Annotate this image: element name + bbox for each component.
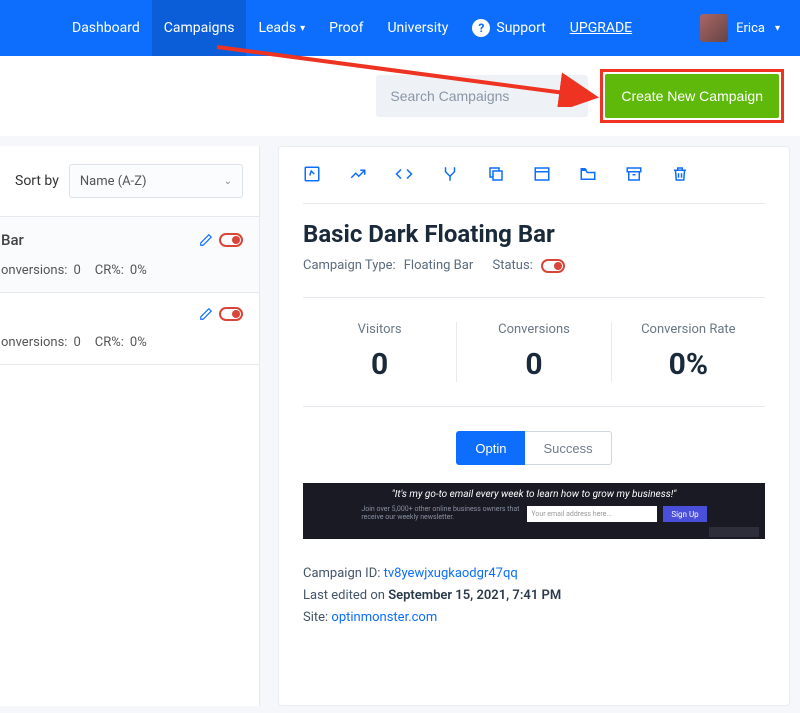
- create-new-campaign-button[interactable]: Create New Campaign: [605, 74, 779, 118]
- annotation-highlight: Create New Campaign: [600, 69, 784, 123]
- sort-by-label: Sort by: [15, 173, 59, 189]
- campaign-site-link[interactable]: optinmonster.com: [331, 610, 437, 625]
- window-icon[interactable]: [533, 165, 551, 183]
- chevron-down-icon: ⌄: [224, 176, 232, 187]
- campaign-preview: "It's my go-to email every week to learn…: [303, 483, 765, 539]
- list-item[interactable]: onversions: 0 CR%: 0%: [0, 293, 259, 365]
- campaign-toolbar: [303, 165, 765, 204]
- campaign-id-link[interactable]: tv8yewjxugkaodgr47qq: [384, 566, 518, 581]
- tab-optin[interactable]: Optin: [456, 431, 525, 465]
- split-test-icon[interactable]: [441, 165, 459, 183]
- visitors-label: Visitors: [303, 322, 456, 337]
- status-toggle[interactable]: [219, 233, 243, 247]
- nav-upgrade[interactable]: UPGRADE: [558, 0, 644, 56]
- nav-leads[interactable]: Leads▾: [246, 0, 317, 56]
- search-input[interactable]: [376, 75, 588, 117]
- subheader: Create New Campaign: [0, 56, 800, 136]
- list-item[interactable]: Bar onversions: 0 CR%: 0%: [0, 216, 259, 293]
- duplicate-icon[interactable]: [487, 165, 505, 183]
- campaign-type-line: Campaign Type: Floating Bar Status:: [303, 258, 765, 273]
- nav-university[interactable]: University: [375, 0, 460, 56]
- avatar: [700, 14, 728, 42]
- edit-icon[interactable]: [199, 233, 213, 247]
- campaign-list-sidebar: Sort by Name (A-Z) ⌄ Bar onversions: 0 C…: [0, 146, 260, 706]
- campaign-detail-panel: Basic Dark Floating Bar Campaign Type: F…: [278, 146, 790, 706]
- nav-campaigns[interactable]: Campaigns: [152, 0, 247, 56]
- user-name: Erica: [736, 21, 765, 36]
- help-icon: ?: [472, 19, 490, 37]
- top-nav: Dashboard Campaigns Leads▾ Proof Univers…: [0, 0, 800, 56]
- preview-desc: Join over 5,000+ other online business o…: [361, 506, 521, 521]
- trash-icon[interactable]: [671, 165, 689, 183]
- chevron-down-icon: ▾: [300, 23, 305, 34]
- chevron-down-icon: ▾: [775, 23, 780, 34]
- edit-icon[interactable]: [199, 307, 213, 321]
- edit-icon[interactable]: [303, 165, 321, 183]
- preview-quote: "It's my go-to email every week to learn…: [392, 489, 677, 500]
- analytics-icon[interactable]: [349, 165, 367, 183]
- nav-support[interactable]: ?Support: [460, 0, 557, 56]
- nav-proof[interactable]: Proof: [317, 0, 375, 56]
- conversion-rate-value: 0%: [612, 347, 765, 382]
- conversion-rate-label: Conversion Rate: [612, 322, 765, 337]
- campaign-title: Basic Dark Floating Bar: [303, 220, 765, 248]
- conversions-value: 0: [457, 347, 610, 382]
- campaign-meta: Campaign ID: tv8yewjxugkaodgr47qq Last e…: [303, 563, 765, 629]
- conversions-label: Conversions: [457, 322, 610, 337]
- tab-success[interactable]: Success: [525, 431, 611, 465]
- view-tabs: Optin Success: [303, 431, 765, 465]
- code-icon[interactable]: [395, 165, 413, 183]
- stats-row: Visitors 0 Conversions 0 Conversion Rate…: [303, 322, 765, 382]
- folder-icon[interactable]: [579, 165, 597, 183]
- sort-select[interactable]: Name (A-Z) ⌄: [69, 164, 243, 198]
- search-icon: [562, 87, 578, 103]
- preview-signup-button: Sign Up: [663, 506, 706, 522]
- nav-dashboard[interactable]: Dashboard: [60, 0, 152, 56]
- preview-email-input: Your email address here...: [527, 506, 657, 522]
- status-toggle[interactable]: [541, 259, 565, 273]
- status-toggle[interactable]: [219, 307, 243, 321]
- visitors-value: 0: [303, 347, 456, 382]
- archive-icon[interactable]: [625, 165, 643, 183]
- list-item-title: Bar: [1, 231, 24, 249]
- user-menu[interactable]: Erica ▾: [680, 14, 780, 42]
